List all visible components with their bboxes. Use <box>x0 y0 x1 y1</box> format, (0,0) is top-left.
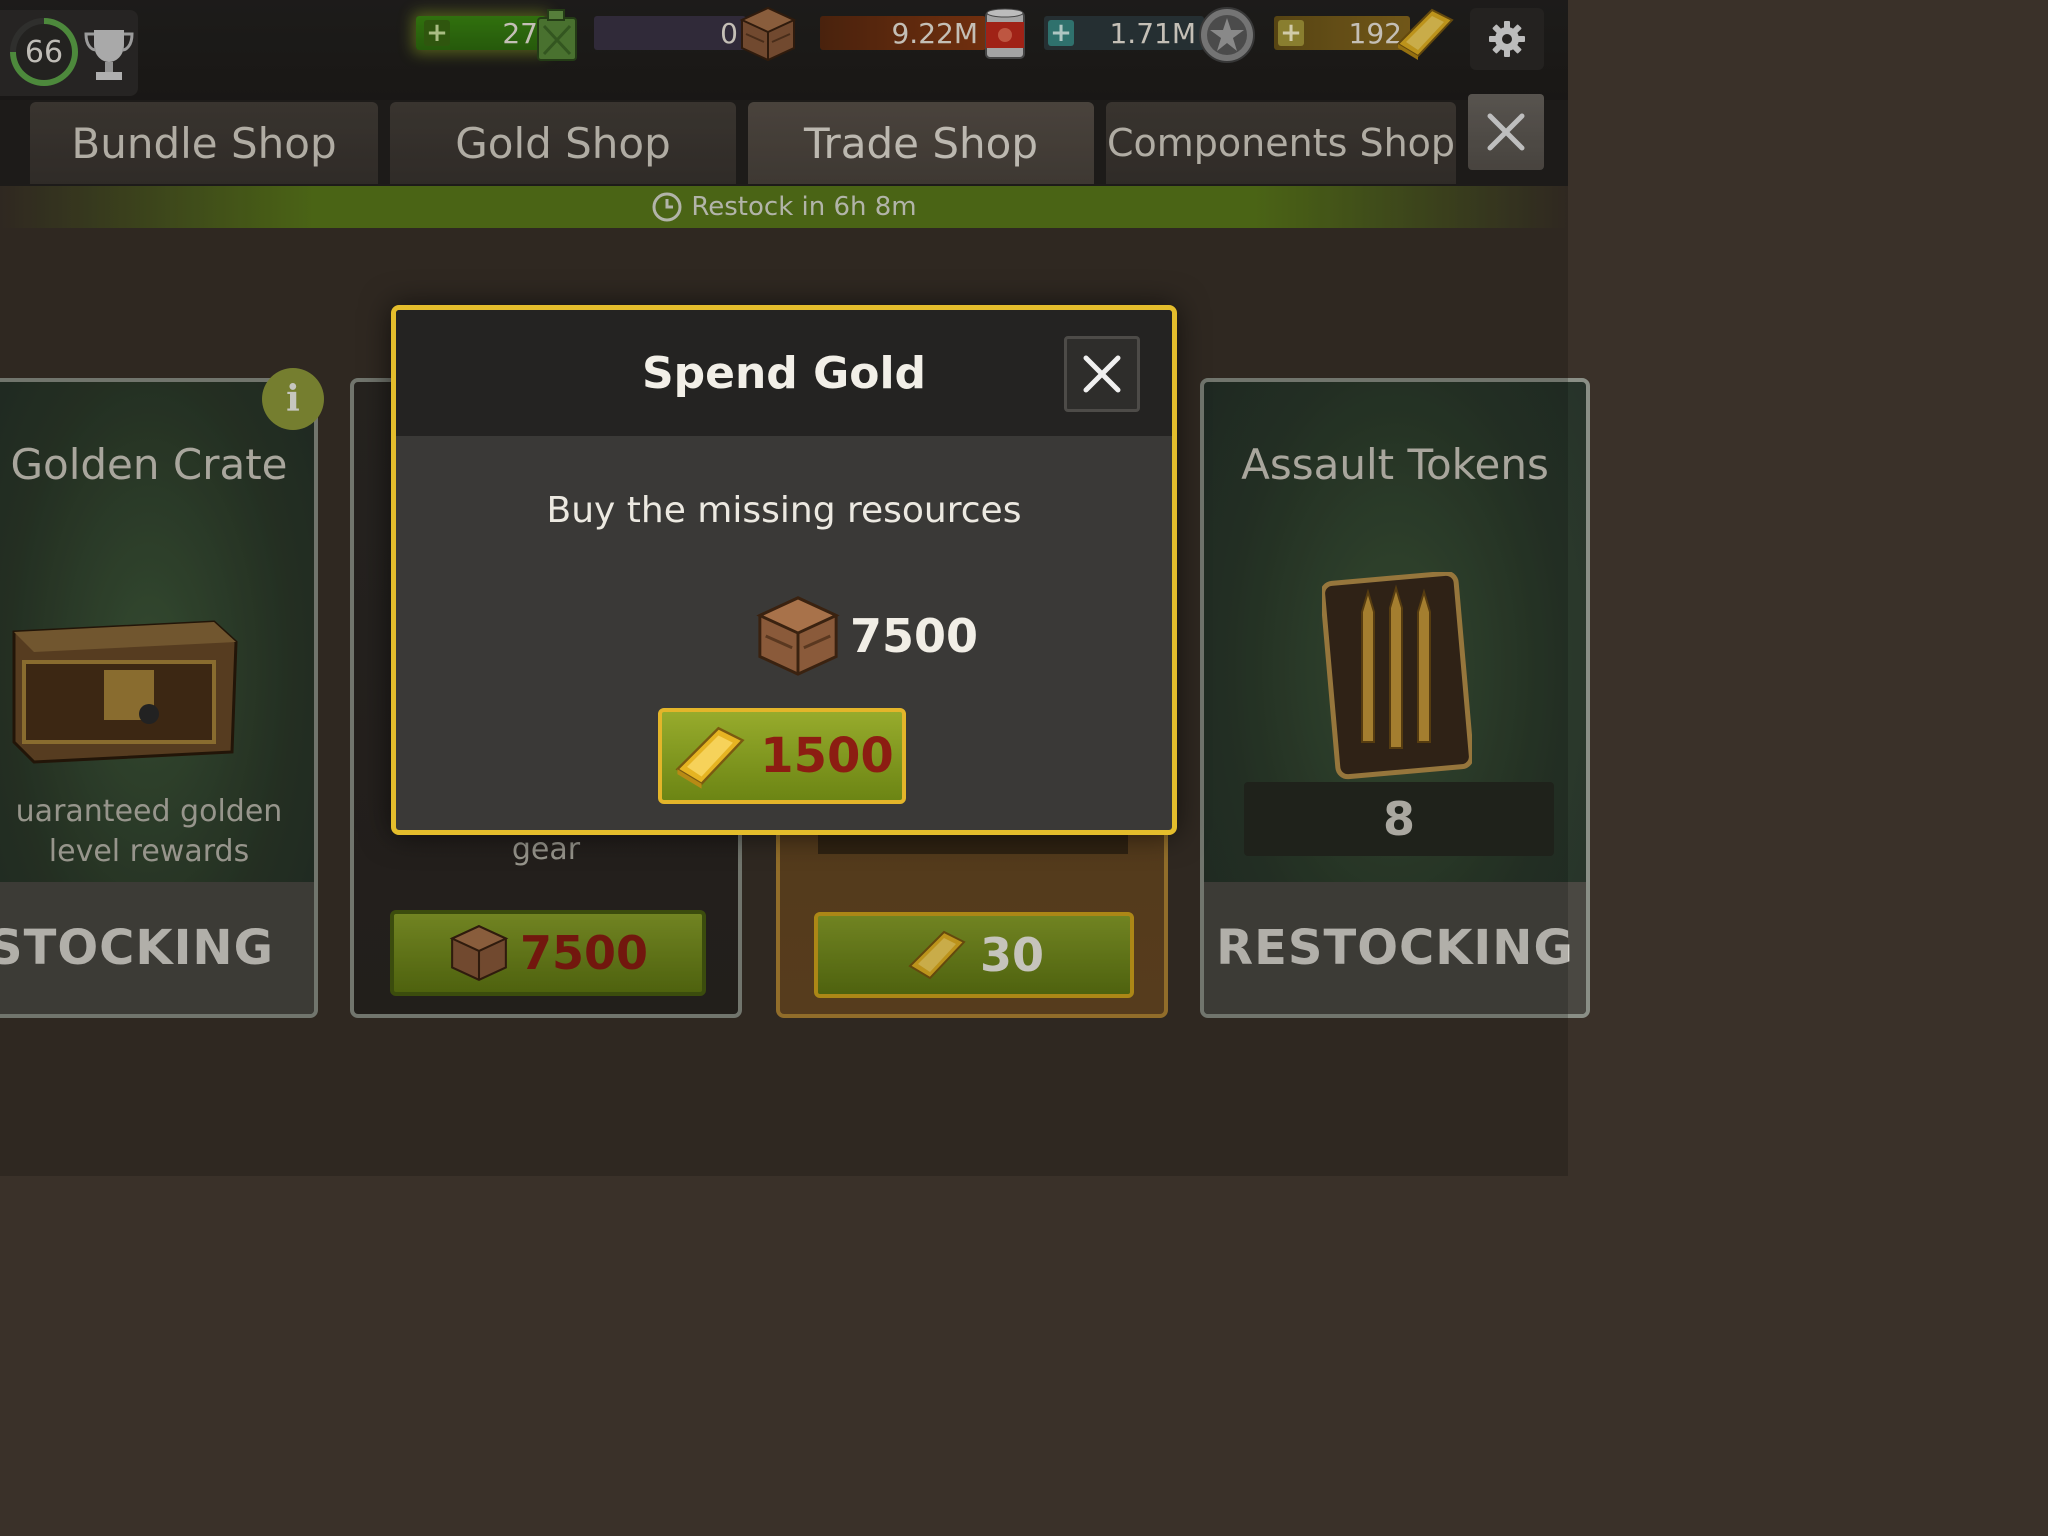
close-dialog-button[interactable] <box>1064 336 1140 412</box>
gold-bar-icon <box>675 726 745 789</box>
dialog-title: Spend Gold <box>641 347 927 399</box>
missing-resource-amount: 7500 <box>850 609 979 663</box>
close-icon <box>1083 355 1121 393</box>
missing-resource: 7500 <box>754 590 978 682</box>
gold-cost: 1500 <box>760 728 894 784</box>
dialog-header: Spend Gold <box>396 310 1172 436</box>
dialog-message: Buy the missing resources <box>546 490 1022 531</box>
spend-gold-button[interactable]: 1500 <box>658 708 906 804</box>
spend-gold-dialog: Spend Gold Buy the missing resources 750… <box>391 305 1177 835</box>
supply-crate-icon <box>756 596 840 676</box>
